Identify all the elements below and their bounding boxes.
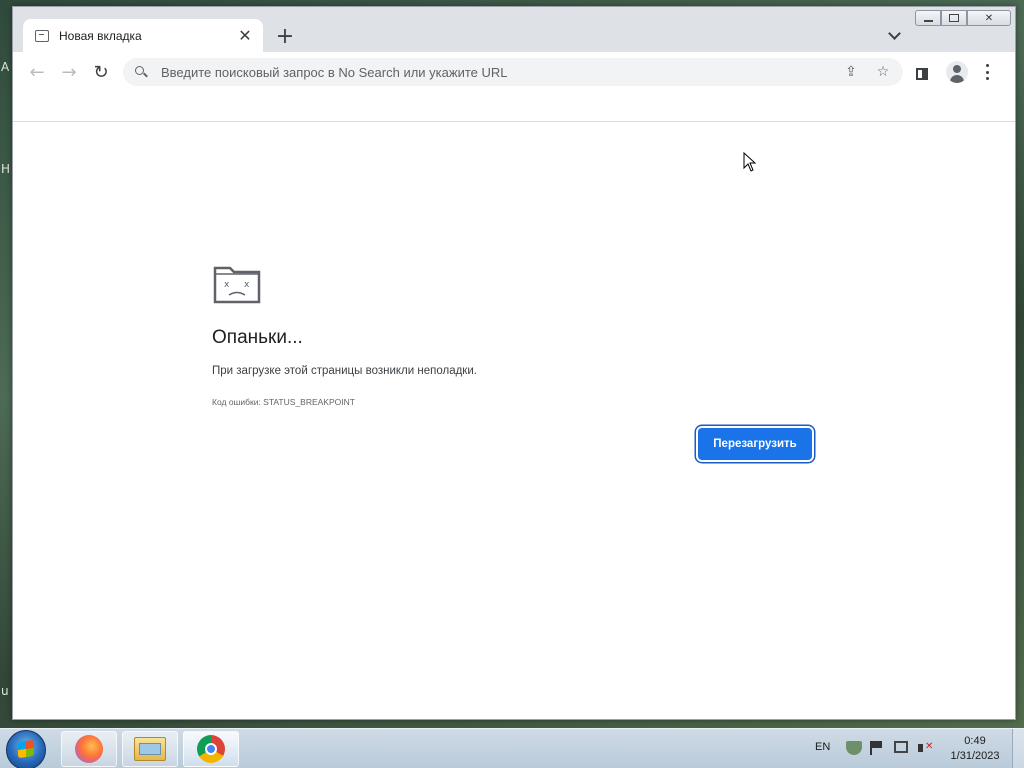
bookmarks-bar: [13, 92, 1015, 122]
folder-icon: [134, 737, 166, 761]
close-window-button[interactable]: [967, 10, 1011, 26]
chrome-icon: [197, 735, 225, 763]
toolbar: ← → ↻ ⇪ ☆: [13, 52, 1015, 92]
error-page: x x Опаньки... При загрузке этой страниц…: [13, 122, 1015, 719]
desktop-icon-label: H: [1, 162, 11, 176]
sad-tab-icon: x x: [213, 266, 261, 304]
svg-text:x: x: [224, 280, 230, 290]
taskbar-file-explorer[interactable]: [122, 731, 178, 767]
profile-icon[interactable]: [946, 61, 968, 83]
search-icon: [135, 66, 147, 78]
tab-title: Новая вкладка: [59, 28, 142, 43]
action-center-flag-icon[interactable]: [870, 741, 888, 755]
tab-strip: Новая вкладка ✕ +: [13, 7, 1015, 52]
show-desktop-button[interactable]: [1012, 729, 1024, 768]
volume-muted-icon[interactable]: [918, 741, 934, 755]
desktop-icon-label: A: [1, 60, 10, 74]
back-icon[interactable]: ←: [25, 60, 49, 84]
mouse-cursor-icon: [743, 152, 757, 172]
error-code: Код ошибки: STATUS_BREAKPOINT: [212, 397, 355, 407]
svg-text:x: x: [244, 280, 250, 290]
network-icon[interactable]: [894, 741, 908, 753]
menu-icon[interactable]: [979, 64, 995, 80]
close-icon[interactable]: ✕: [235, 26, 255, 46]
security-shield-icon[interactable]: [846, 741, 862, 755]
reload-button[interactable]: Перезагрузить: [698, 428, 812, 460]
firefox-icon: [75, 735, 103, 763]
taskbar-firefox[interactable]: [61, 731, 117, 767]
page-icon: [35, 29, 49, 42]
minimize-button[interactable]: [915, 10, 941, 26]
address-input[interactable]: [159, 63, 823, 81]
new-tab-button[interactable]: +: [273, 24, 297, 49]
address-bar[interactable]: ⇪ ☆: [123, 58, 903, 86]
tab-new-tab[interactable]: Новая вкладка ✕: [23, 19, 263, 52]
desktop-icon-label: u: [1, 684, 9, 698]
error-title: Опаньки...: [212, 327, 303, 348]
start-button[interactable]: [6, 730, 46, 768]
star-icon[interactable]: ☆: [873, 62, 893, 82]
window-controls: [915, 10, 1011, 28]
clock-date: 1/31/2023: [950, 750, 1000, 762]
taskbar-chrome[interactable]: [183, 731, 239, 767]
side-panel-icon[interactable]: [916, 68, 928, 80]
reload-icon[interactable]: ↻: [89, 60, 113, 84]
system-clock[interactable]: 0:49 1/31/2023: [943, 734, 1007, 764]
chevron-down-icon[interactable]: [885, 26, 903, 44]
language-indicator[interactable]: EN: [815, 741, 830, 753]
clock-time: 0:49: [964, 735, 986, 747]
share-icon[interactable]: ⇪: [841, 62, 861, 82]
forward-icon[interactable]: →: [57, 60, 81, 84]
taskbar: EN 0:49 1/31/2023: [0, 728, 1024, 768]
error-description: При загрузке этой страницы возникли непо…: [212, 365, 477, 377]
maximize-button[interactable]: [941, 10, 967, 26]
browser-window: Новая вкладка ✕ + ← → ↻ ⇪ ☆ x x: [12, 6, 1016, 720]
